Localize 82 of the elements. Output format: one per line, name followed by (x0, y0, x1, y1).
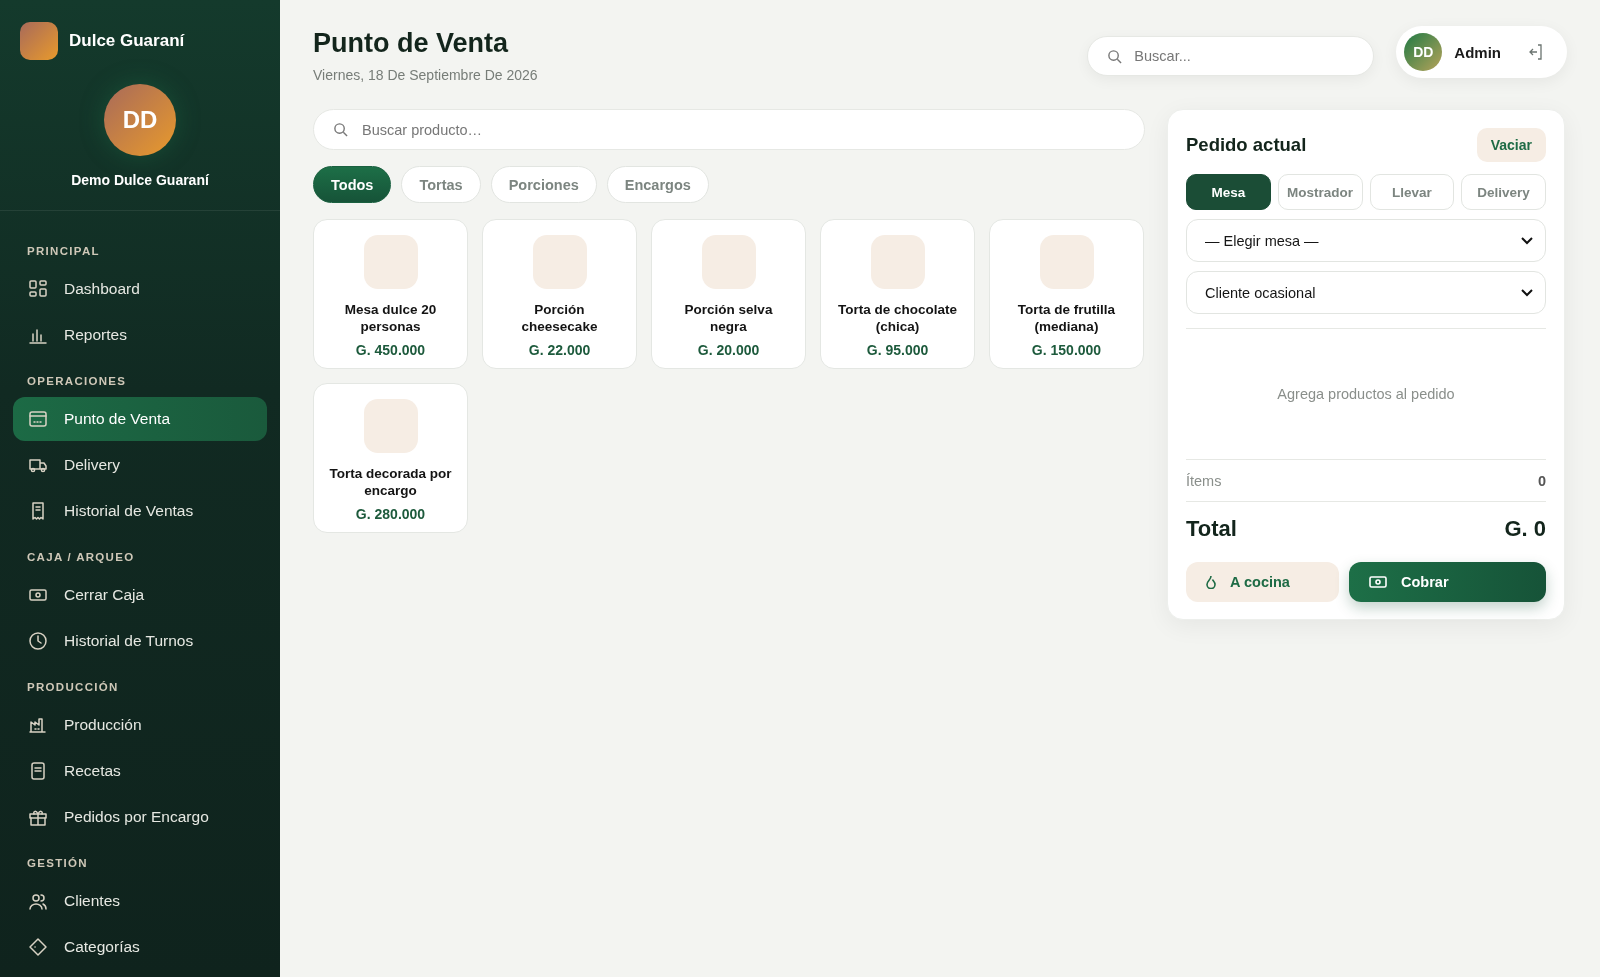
items-label: Ítems (1186, 472, 1222, 489)
filter-chip[interactable]: Tortas (401, 166, 481, 203)
client-select[interactable]: Cliente ocasional (1186, 271, 1546, 314)
product-thumbnail (532, 235, 587, 289)
order-title: Pedido actual (1186, 134, 1307, 156)
charge-button[interactable]: Cobrar (1349, 562, 1546, 602)
date-text: Viernes, 18 De Septiembre De 2026 (313, 67, 538, 83)
total-amount: G. 0 (1504, 516, 1546, 542)
section-heading: GESTIÓN (26, 856, 89, 871)
section-heading: PRODUCCIÓN (26, 680, 120, 695)
flame-icon (1206, 575, 1216, 589)
filter-chip[interactable]: Todos (313, 166, 392, 203)
sidebar-item[interactable]: Cerrar Caja (13, 573, 267, 617)
product-price: G. 95.000 (866, 342, 929, 358)
sidebar-item[interactable]: Producción (13, 703, 267, 747)
sidebar-item[interactable]: Recetas (13, 749, 267, 793)
sidebar-item[interactable]: Categorías (13, 925, 267, 969)
filter-chip[interactable]: Porciones (490, 166, 597, 203)
kitchen-button[interactable]: A cocina (1186, 562, 1339, 602)
caret-icon (1521, 288, 1533, 297)
table-select[interactable]: — Elegir mesa — (1186, 219, 1546, 262)
product-card[interactable]: Porción selva negra G. 20.000 (651, 219, 806, 369)
product-name: Porción selva negra (683, 301, 774, 335)
profile-name: Demo Dulce Guaraní (71, 172, 209, 188)
product-name: Mesa dulce 20 personas (343, 301, 438, 335)
sidebar-item[interactable]: Historial de Ventas (13, 489, 267, 533)
sidebar-item[interactable]: Delivery (13, 443, 267, 487)
product-price: G. 22.000 (528, 342, 591, 358)
section-heading: PRINCIPAL (26, 244, 101, 259)
sidebar-item[interactable]: Pedidos por Encargo (13, 795, 267, 839)
logo-icon (20, 22, 58, 60)
users-icon (28, 891, 48, 911)
tag-icon (28, 937, 48, 957)
sidebar-item[interactable]: Clientes (13, 879, 267, 923)
page-title: Punto de Venta (313, 28, 510, 59)
user-avatar: DD (1404, 33, 1443, 71)
product-card[interactable]: Torta de frutilla (mediana) G. 150.000 (989, 219, 1144, 369)
product-name: Porción cheesecake (520, 301, 599, 335)
product-name: Torta decorada por encargo (328, 465, 453, 499)
product-price: G. 150.000 (1031, 342, 1102, 358)
product-card[interactable]: Mesa dulce 20 personas G. 450.000 (313, 219, 468, 369)
cash-icon (1369, 576, 1387, 588)
avatar: DD (104, 84, 176, 156)
product-card[interactable]: Torta de chocolate (chica) G. 95.000 (820, 219, 975, 369)
grid-icon (28, 279, 48, 299)
product-name: Torta de frutilla (mediana) (1016, 301, 1117, 335)
product-name: Torta de chocolate (chica) (837, 301, 958, 335)
product-thumbnail (363, 235, 418, 289)
order-type-tab[interactable]: Mesa (1186, 174, 1271, 210)
product-thumbnail (363, 399, 418, 453)
logout-icon[interactable] (1529, 44, 1543, 60)
register-icon (28, 409, 48, 429)
product-search-field[interactable]: Buscar producto… (313, 109, 1145, 150)
sidebar-item[interactable]: Reportes (13, 313, 267, 357)
search-field[interactable]: Buscar... (1087, 36, 1375, 76)
filter-chip[interactable]: Encargos (606, 166, 709, 203)
order-type-tab[interactable]: Delivery (1461, 174, 1546, 210)
sidebar-item[interactable]: Dashboard (13, 267, 267, 311)
clear-button[interactable]: Vaciar (1476, 128, 1546, 162)
order-type-tab[interactable]: Mostrador (1277, 174, 1363, 210)
product-card[interactable]: Porción cheesecake G. 22.000 (482, 219, 637, 369)
user-name: Admin (1454, 43, 1501, 61)
document-icon (28, 761, 48, 781)
product-card[interactable]: Torta decorada por encargo G. 280.000 (313, 383, 468, 533)
section-heading: OPERACIONES (26, 374, 128, 389)
caret-icon (1521, 236, 1533, 245)
brand-name: Dulce Guaraní (69, 31, 185, 51)
product-thumbnail (870, 235, 925, 289)
factory-icon (28, 715, 48, 735)
total-label: Total (1186, 516, 1237, 542)
product-price: G. 20.000 (697, 342, 760, 358)
sidebar-item[interactable]: Punto de Venta (13, 397, 267, 441)
empty-message: Agrega productos al pedido (1277, 386, 1455, 402)
sidebar-item[interactable]: Historial de Turnos (13, 619, 267, 663)
section-heading: CAJA / ARQUEO (26, 550, 136, 565)
product-thumbnail (1039, 235, 1094, 289)
order-type-tab[interactable]: Llevar (1369, 174, 1455, 210)
clock-icon (28, 631, 48, 651)
items-count: 0 (1537, 472, 1546, 489)
product-price: G. 280.000 (355, 506, 426, 522)
product-price: G. 450.000 (355, 342, 426, 358)
product-thumbnail (701, 235, 756, 289)
